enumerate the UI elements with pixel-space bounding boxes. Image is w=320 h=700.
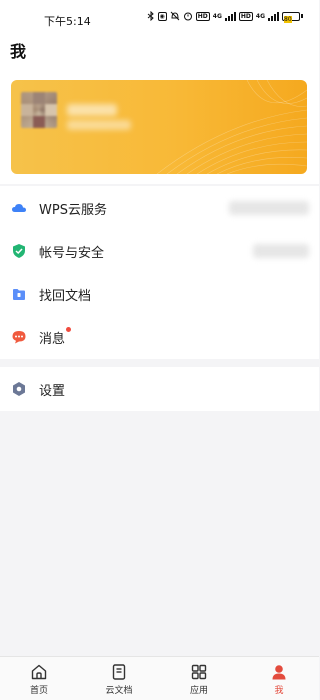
nav-item-me[interactable]: 我 [249, 657, 309, 700]
card-decoration-pattern [156, 80, 307, 174]
nfc-icon: ◉ [157, 11, 167, 21]
network-type-2: 4G [255, 12, 265, 20]
profile-section [0, 66, 319, 184]
user-info-redacted [67, 120, 131, 130]
menu-group-settings: 设置 [0, 367, 319, 411]
network-type-1: 4G [212, 12, 222, 20]
nav-item-apps[interactable]: 应用 [169, 657, 229, 700]
menu-group-account: WPS云服务 帐号与安全 找回文档 消息 [0, 186, 319, 359]
nav-label: 云文档 [105, 686, 133, 696]
nav-label: 应用 [189, 686, 208, 696]
status-time: 下午5:14 [44, 15, 91, 28]
signal-icon-1 [224, 11, 236, 21]
nav-label: 我 [274, 686, 284, 696]
bottom-nav: 首页 云文档 应用 我 [0, 656, 319, 700]
menu-label: WPS云服务 [39, 203, 107, 218]
menu-item-messages[interactable]: 消息 [0, 315, 319, 358]
person-icon [272, 665, 286, 680]
nav-label: 首页 [29, 686, 48, 696]
menu-label: 设置 [39, 384, 66, 399]
account-info-redacted [253, 244, 309, 258]
page-title: 我 [10, 42, 27, 61]
menu-item-account-security[interactable]: 帐号与安全 [0, 229, 319, 272]
mute-bell-icon [170, 11, 180, 21]
profile-card[interactable] [11, 80, 307, 174]
cloud-status-redacted [229, 201, 309, 215]
menu-item-settings[interactable]: 设置 [0, 367, 319, 410]
settings-hex-icon [13, 382, 25, 396]
bluetooth-icon [147, 11, 154, 21]
folder-recover-icon [13, 289, 25, 300]
menu-label: 找回文档 [39, 289, 92, 304]
shield-check-icon [13, 244, 25, 258]
status-icons: ◉ HD 4G HD 4G 80 [147, 11, 303, 23]
hd-icon-2: HD [238, 11, 253, 21]
home-icon [31, 664, 47, 680]
status-bar: 下午5:14 ◉ HD 4G HD 4G 80 [0, 0, 319, 36]
chat-bubble-icon [12, 331, 26, 344]
document-icon [112, 664, 126, 680]
menu-label: 消息 [39, 332, 66, 347]
avatar[interactable] [21, 92, 57, 128]
menu-item-wps-cloud[interactable]: WPS云服务 [0, 186, 319, 229]
nav-item-home[interactable]: 首页 [9, 657, 69, 700]
menu-label: 帐号与安全 [39, 246, 105, 261]
user-name-redacted [67, 104, 117, 116]
alarm-icon [183, 12, 192, 21]
apps-grid-icon [191, 664, 207, 680]
menu-item-recover-docs[interactable]: 找回文档 [0, 272, 319, 315]
battery-icon: 80 [282, 11, 303, 23]
battery-level: 80 [284, 15, 292, 23]
nav-item-cloud-docs[interactable]: 云文档 [89, 657, 149, 700]
hd-icon: HD [195, 11, 210, 21]
cloud-icon [12, 204, 26, 212]
unread-badge [66, 327, 71, 332]
header: 我 [0, 36, 319, 66]
signal-icon-2 [268, 11, 279, 21]
